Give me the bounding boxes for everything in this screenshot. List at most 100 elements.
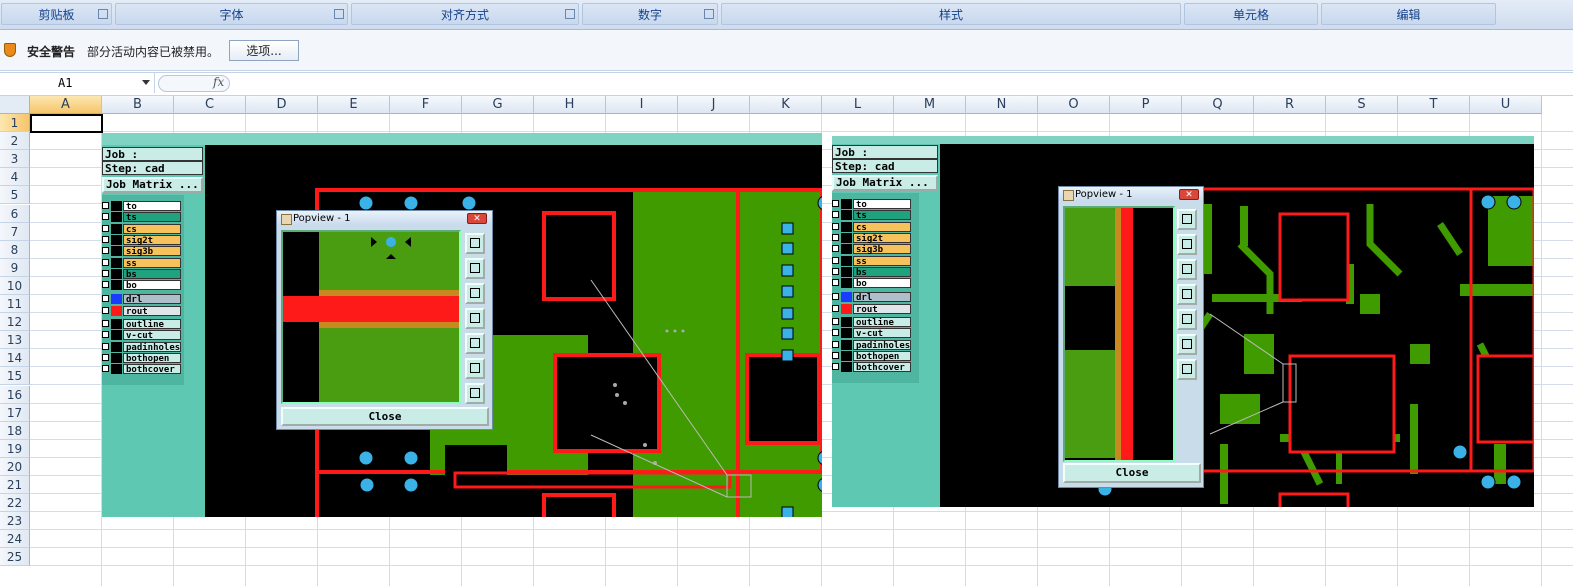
- close-icon[interactable]: ✕: [1179, 189, 1199, 200]
- layer-checkbox[interactable]: [832, 233, 839, 241]
- layer-checkbox[interactable]: [102, 258, 109, 266]
- view-tool-icon[interactable]: [465, 333, 485, 354]
- row-header-16[interactable]: 16: [0, 385, 30, 404]
- column-header-g[interactable]: G: [462, 96, 534, 114]
- ribbon-group-number[interactable]: 数字: [582, 3, 718, 25]
- layer-row-ss[interactable]: ss: [832, 255, 912, 267]
- layer-checkbox[interactable]: [832, 279, 839, 287]
- row-header-17[interactable]: 17: [0, 403, 30, 422]
- column-header-o[interactable]: O: [1038, 96, 1110, 114]
- close-button[interactable]: Close: [281, 407, 489, 426]
- view-tool-icon[interactable]: [1177, 359, 1197, 380]
- row-header-9[interactable]: 9: [0, 258, 30, 277]
- row-header-21[interactable]: 21: [0, 476, 30, 494]
- layer-checkbox[interactable]: [102, 269, 109, 277]
- view-tool-icon[interactable]: [465, 233, 485, 254]
- close-icon[interactable]: ✕: [467, 213, 487, 224]
- ribbon-group-alignment[interactable]: 对齐方式: [351, 3, 579, 25]
- column-header-l[interactable]: L: [822, 96, 894, 114]
- row-header-18[interactable]: 18: [0, 421, 30, 440]
- layer-row-padinholes[interactable]: padinholes: [102, 341, 182, 353]
- view-tool-icon[interactable]: [1177, 284, 1197, 305]
- row-header-3[interactable]: 3: [0, 150, 30, 169]
- layer-row-ts[interactable]: ts: [102, 212, 182, 223]
- layer-row-cs[interactable]: cs: [832, 221, 912, 233]
- layer-checkbox[interactable]: [102, 331, 109, 339]
- row-header-2[interactable]: 2: [0, 132, 30, 151]
- row-header-14[interactable]: 14: [0, 349, 30, 368]
- row-header-23[interactable]: 23: [0, 512, 30, 531]
- view-tool-icon[interactable]: [465, 308, 485, 329]
- layer-checkbox[interactable]: [102, 295, 109, 303]
- options-button[interactable]: 选项...: [229, 40, 299, 61]
- layer-row-cs[interactable]: cs: [102, 223, 182, 235]
- layer-checkbox[interactable]: [832, 329, 839, 337]
- layer-row-drl[interactable]: drl: [832, 292, 912, 303]
- select-all-corner[interactable]: [0, 96, 30, 114]
- layer-checkbox[interactable]: [102, 306, 109, 314]
- row-header-19[interactable]: 19: [0, 439, 30, 458]
- pcb-board-view[interactable]: [940, 144, 1534, 507]
- layer-checkbox[interactable]: [102, 202, 109, 209]
- name-box[interactable]: A1: [0, 73, 155, 93]
- column-header-r[interactable]: R: [1254, 96, 1326, 114]
- insert-function-icon[interactable]: fx: [213, 75, 224, 89]
- layer-checkbox[interactable]: [832, 245, 839, 253]
- layer-row-v-cut[interactable]: v-cut: [102, 330, 182, 341]
- layer-checkbox[interactable]: [102, 342, 109, 350]
- layer-row-drl[interactable]: drl: [102, 294, 182, 305]
- column-header-m[interactable]: M: [894, 96, 966, 114]
- layer-row-outline[interactable]: outline: [102, 319, 182, 330]
- view-tool-icon[interactable]: [1177, 209, 1197, 230]
- layer-row-ts[interactable]: ts: [832, 210, 912, 221]
- ribbon-group-editing[interactable]: 编辑: [1321, 3, 1496, 25]
- layer-checkbox[interactable]: [102, 353, 109, 361]
- active-cell[interactable]: [30, 114, 103, 133]
- layer-row-bothcover[interactable]: bothcover: [832, 362, 912, 373]
- job-matrix-button[interactable]: Job Matrix ...: [102, 177, 203, 193]
- layer-checkbox[interactable]: [832, 200, 839, 207]
- row-header-7[interactable]: 7: [0, 222, 30, 241]
- column-header-e[interactable]: E: [318, 96, 390, 114]
- row-header-15[interactable]: 15: [0, 367, 30, 386]
- layer-row-sig2t[interactable]: sig2t: [102, 234, 182, 246]
- layer-row-bo[interactable]: bo: [832, 278, 912, 289]
- column-header-a[interactable]: A: [30, 96, 102, 114]
- popview-window[interactable]: Popview - 1 ✕ Close: [1058, 186, 1204, 488]
- layer-checkbox[interactable]: [102, 247, 109, 255]
- row-header-13[interactable]: 13: [0, 331, 30, 350]
- column-header-j[interactable]: J: [678, 96, 750, 114]
- row-header-25[interactable]: 25: [0, 548, 30, 567]
- layer-row-outline[interactable]: outline: [832, 317, 912, 328]
- row-header-22[interactable]: 22: [0, 494, 30, 513]
- layer-row-bo[interactable]: bo: [102, 280, 182, 291]
- popview-canvas[interactable]: [1063, 206, 1175, 462]
- layer-checkbox[interactable]: [832, 351, 839, 359]
- layer-checkbox[interactable]: [832, 211, 839, 219]
- row-header-5[interactable]: 5: [0, 186, 30, 205]
- column-header-k[interactable]: K: [750, 96, 822, 114]
- layer-checkbox[interactable]: [832, 340, 839, 348]
- ribbon-group-clipboard[interactable]: 剪贴板: [1, 3, 112, 25]
- close-button[interactable]: Close: [1063, 463, 1201, 483]
- view-tool-icon[interactable]: [465, 358, 485, 379]
- layer-checkbox[interactable]: [832, 222, 839, 230]
- layer-row-bothopen[interactable]: bothopen: [102, 352, 182, 364]
- view-tool-icon[interactable]: [465, 258, 485, 279]
- layer-checkbox[interactable]: [832, 318, 839, 325]
- row-header-6[interactable]: 6: [0, 204, 30, 223]
- layer-checkbox[interactable]: [102, 235, 109, 243]
- layer-checkbox[interactable]: [102, 213, 109, 221]
- column-header-b[interactable]: B: [102, 96, 174, 114]
- layer-row-rout[interactable]: rout: [832, 303, 912, 315]
- row-header-11[interactable]: 11: [0, 295, 30, 313]
- layer-checkbox[interactable]: [102, 320, 109, 327]
- launcher-icon[interactable]: [334, 9, 344, 19]
- view-tool-icon[interactable]: [465, 383, 485, 404]
- row-header-20[interactable]: 20: [0, 457, 30, 476]
- job-matrix-button[interactable]: Job Matrix ...: [832, 175, 938, 191]
- layer-checkbox[interactable]: [832, 293, 839, 301]
- chevron-down-icon[interactable]: [142, 80, 150, 85]
- launcher-icon[interactable]: [704, 9, 714, 19]
- layer-row-bs[interactable]: bs: [832, 266, 912, 278]
